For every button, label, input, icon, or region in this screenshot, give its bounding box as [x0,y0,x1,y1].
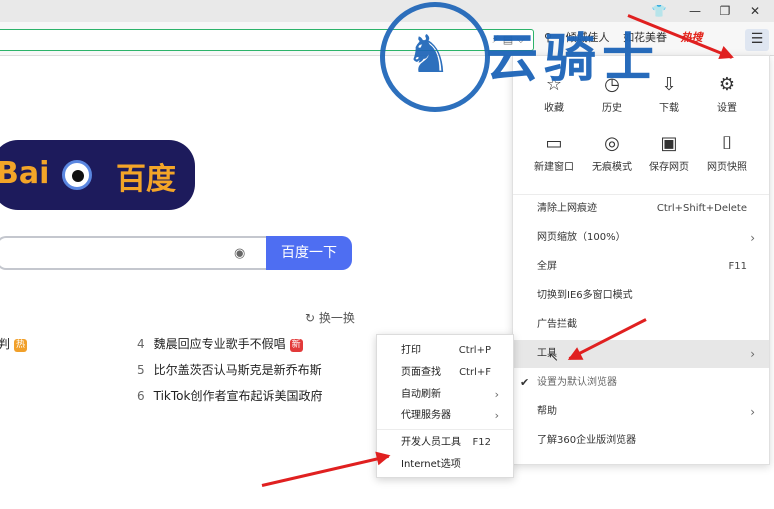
menu-item-clear-history[interactable]: 清除上网痕迹 Ctrl+Shift+Delete [513,195,769,223]
restore-button[interactable]: ❐ [716,3,734,19]
chevron-right-icon: › [494,388,499,401]
menu-button[interactable]: ☰ [745,29,769,51]
menu-settings-button[interactable]: ⚙ 设置 [699,74,755,114]
hot-item-number: 4 [137,337,145,351]
menu-item-shortcut: F11 [728,261,747,272]
menu-new-window-button[interactable]: ▭ 新建窗口 [526,133,582,173]
skin-icon[interactable]: 👕 [650,3,668,19]
hot-item-number: 5 [137,363,145,377]
tools-submenu: 打印 Ctrl+P 页面查找 Ctrl+F 自动刷新 › 代理服务器 › 开发人员工具 F… [376,334,514,478]
hot-item-6[interactable]: 6 TikTok创作者宣布起诉美国政府 [137,387,322,404]
chevron-right-icon: › [750,231,755,245]
menu-settings-label: 设置 [717,103,737,114]
submenu-item-label: Internet选项 [401,459,461,470]
menu-snapshot-button[interactable]: ⌷ 网页快照 [699,133,755,173]
hot-item-number: 6 [137,389,145,403]
submenu-item-proxy[interactable]: 代理服务器 › [377,405,513,426]
menu-item-label: 帮助 [537,406,557,417]
search-button[interactable]: 百度一下 [266,236,352,270]
watermark-emblem: ♞ [380,2,490,112]
browser-window: 👕 — ❐ ✕ ⚡ ▤ ⌵ ⚲ 倾城佳人 如花美眷 热搜 ☰ Bai 百度 ◉ … [0,0,774,509]
submenu-item-label: 开发人员工具 [401,437,461,448]
camera-icon[interactable]: ◉ [234,246,245,261]
mouse-cursor-icon: ↖ [548,350,559,365]
submenu-item-label: 代理服务器 [401,410,451,421]
refresh-button[interactable]: ↻ 换一换 [305,309,355,326]
title-bar: 👕 — ❐ ✕ [0,0,774,22]
watermark-text: 云骑士 [486,29,661,89]
menu-favorites-label: 收藏 [544,103,564,114]
minimize-button[interactable]: — [686,3,704,19]
close-button[interactable]: ✕ [746,3,764,19]
logo-text-left: Bai [0,156,50,191]
menu-save-page-label: 保存网页 [649,162,689,173]
hot-item-title: TikTok创作者宣布起诉美国政府 [153,389,323,403]
menu-item-label: 切换到IE6多窗口模式 [537,290,633,301]
incognito-icon: ◎ [604,133,620,154]
gear-icon: ⚙ [718,74,736,95]
menu-item-label: 清除上网痕迹 [537,203,597,214]
search-input[interactable] [0,236,266,270]
menu-item-ad-block[interactable]: 广告拦截 [513,311,769,339]
menu-item-label: 广告拦截 [537,319,577,330]
camera-icon: ⌷ [721,133,733,154]
menu-download-label: 下载 [659,103,679,114]
submenu-item-label: 打印 [401,345,421,356]
submenu-item-shortcut: Ctrl+P [458,345,491,356]
menu-item-enterprise[interactable]: 了解360企业版浏览器 [513,427,769,455]
hot-tag-badge: 热 [14,339,28,352]
annotation-arrow-internet-options [261,454,390,487]
submenu-item-label: 自动刷新 [401,389,441,400]
submenu-item-label: 页面查找 [401,367,441,378]
submenu-item-shortcut: Ctrl+F [459,367,491,378]
hot-item-4[interactable]: 4 魏晨回应专业歌手不假唱新 [137,335,303,352]
menu-item-zoom[interactable]: 网页缩放（100%） › [513,224,769,252]
submenu-divider [377,429,513,430]
hot-item-5[interactable]: 5 比尔盖茨否认马斯克是新乔布斯 [137,361,322,378]
main-menu: ☆ 收藏 ◷ 历史 ⇩ 下载 ⚙ 设置 ▭ 新建窗口 ◎ 无痕模式 ▣ 保存网页 ⌷ 网页快照 … [512,55,770,465]
menu-item-ie6-mode[interactable]: 切换到IE6多窗口模式 [513,282,769,310]
submenu-item-internet-options[interactable]: Internet选项 [377,454,513,475]
submenu-item-devtools[interactable]: 开发人员工具 F12 [377,432,513,453]
menu-snapshot-label: 网页快照 [707,162,747,173]
submenu-item-auto-refresh[interactable]: 自动刷新 › [377,384,513,405]
chevron-right-icon: › [750,405,755,419]
baidu-logo[interactable]: Bai 百度 [0,140,195,210]
submenu-item-find[interactable]: 页面查找 Ctrl+F [377,362,513,383]
menu-item-label: 设置为默认浏览器 [537,377,617,388]
logo-eye-icon [62,160,92,190]
refresh-icon: ↻ [305,311,316,325]
hot-item-1[interactable]: 判热 [0,335,28,352]
submenu-item-shortcut: F12 [472,437,491,448]
menu-item-label: 全屏 [537,261,557,272]
menu-new-window-label: 新建窗口 [534,162,574,173]
hamburger-icon: ☰ [750,31,764,47]
submenu-item-print[interactable]: 打印 Ctrl+P [377,340,513,361]
logo-text-right: 百度 [116,162,176,197]
new-tag-badge: 新 [289,339,303,352]
menu-item-help[interactable]: 帮助 › [513,398,769,426]
menu-item-fullscreen[interactable]: 全屏 F11 [513,253,769,281]
knight-icon: ♞ [405,25,452,85]
chevron-right-icon: › [750,347,755,361]
window-icon: ▭ [545,133,563,154]
hot-item-title: 比尔盖茨否认马斯克是新乔布斯 [153,363,322,377]
menu-incognito-button[interactable]: ◎ 无痕模式 [584,133,640,173]
refresh-label: 换一换 [318,311,355,325]
menu-item-shortcut: Ctrl+Shift+Delete [656,203,747,214]
hot-item-title: 魏晨回应专业歌手不假唱 [153,337,286,351]
menu-incognito-label: 无痕模式 [592,162,632,173]
check-icon: ✔ [520,376,530,389]
menu-item-label: 了解360企业版浏览器 [537,435,637,446]
hot-item-title: 判 [0,337,11,351]
menu-save-page-button[interactable]: ▣ 保存网页 [641,133,697,173]
chevron-right-icon: › [494,409,499,422]
menu-item-label: 网页缩放（100%） [537,232,626,243]
menu-item-set-default[interactable]: ✔ 设置为默认浏览器 [513,369,769,397]
menu-history-label: 历史 [602,103,622,114]
save-icon: ▣ [660,133,678,154]
